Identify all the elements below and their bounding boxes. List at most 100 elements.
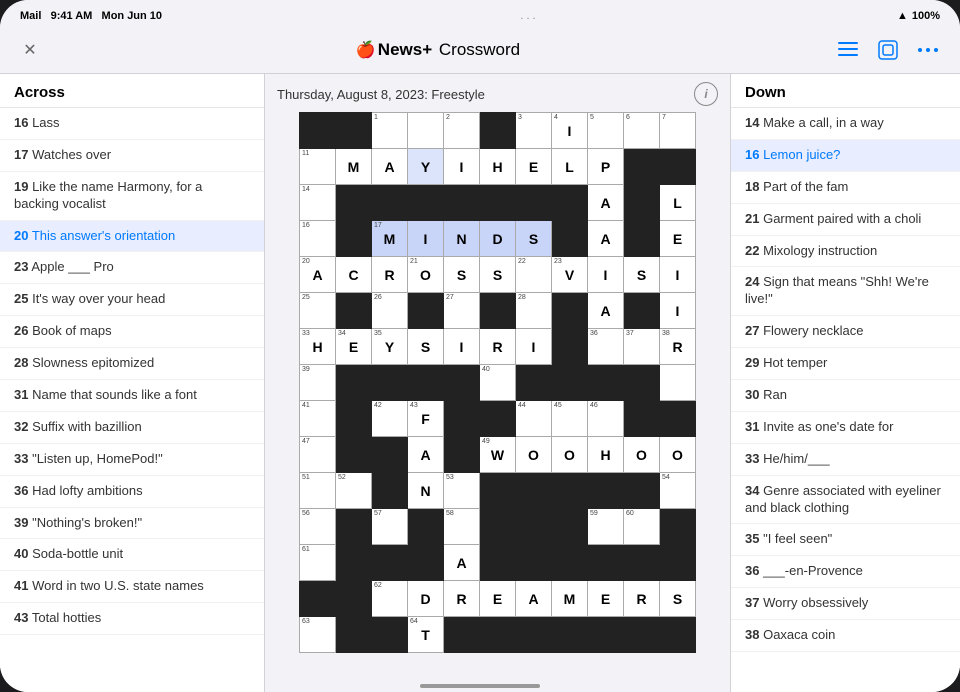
grid-cell[interactable]: I — [408, 221, 444, 257]
grid-cell[interactable] — [660, 149, 696, 185]
grid-cell[interactable]: 51 — [300, 473, 336, 509]
grid-cell[interactable] — [336, 221, 372, 257]
down-clue-34[interactable]: 34 Genre associated with eyeliner and bl… — [731, 476, 960, 525]
grid-cell[interactable]: 41 — [300, 401, 336, 437]
grid-cell[interactable] — [516, 185, 552, 221]
grid-cell[interactable] — [552, 293, 588, 329]
grid-cell[interactable] — [336, 185, 372, 221]
down-clue-24[interactable]: 24 Sign that means "Shh! We're live!" — [731, 267, 960, 316]
grid-cell[interactable] — [336, 113, 372, 149]
grid-cell[interactable] — [408, 545, 444, 581]
grid-cell[interactable] — [444, 365, 480, 401]
grid-cell[interactable] — [372, 545, 408, 581]
grid-cell[interactable]: R — [480, 329, 516, 365]
grid-cell[interactable] — [624, 545, 660, 581]
grid-cell[interactable] — [408, 509, 444, 545]
grid-cell[interactable]: 62 — [372, 581, 408, 617]
grid-cell[interactable]: A — [408, 437, 444, 473]
across-clue-36[interactable]: 36 Had lofty ambitions — [0, 476, 264, 508]
grid-cell[interactable]: E — [516, 149, 552, 185]
grid-cell[interactable]: O — [552, 437, 588, 473]
grid-cell[interactable] — [336, 401, 372, 437]
grid-cell[interactable]: E — [588, 581, 624, 617]
grid-cell[interactable]: M — [336, 149, 372, 185]
grid-cell[interactable] — [660, 509, 696, 545]
down-clue-18[interactable]: 18 Part of the fam — [731, 172, 960, 204]
grid-cell[interactable]: S — [660, 581, 696, 617]
grid-cell[interactable]: I — [660, 257, 696, 293]
grid-cell[interactable] — [336, 617, 372, 653]
grid-cell[interactable] — [444, 185, 480, 221]
grid-cell[interactable]: 7 — [660, 113, 696, 149]
grid-cell[interactable]: 5 — [588, 113, 624, 149]
grid-cell[interactable] — [624, 221, 660, 257]
grid-cell[interactable]: 27 — [444, 293, 480, 329]
grid-cell[interactable]: A — [516, 581, 552, 617]
grid-cell[interactable]: 53 — [444, 473, 480, 509]
grid-cell[interactable] — [624, 473, 660, 509]
grid-cell[interactable]: 2 — [444, 113, 480, 149]
across-clue-43[interactable]: 43 Total hotties — [0, 603, 264, 635]
grid-cell[interactable] — [516, 365, 552, 401]
grid-cell[interactable] — [408, 185, 444, 221]
grid-cell[interactable] — [660, 617, 696, 653]
grid-cell[interactable] — [516, 617, 552, 653]
grid-cell[interactable]: 46 — [588, 401, 624, 437]
grid-cell[interactable] — [552, 473, 588, 509]
grid-cell[interactable]: 58 — [444, 509, 480, 545]
grid-cell[interactable] — [408, 365, 444, 401]
grid-cell[interactable]: 6 — [624, 113, 660, 149]
grid-cell[interactable]: 63 — [300, 617, 336, 653]
grid-cell[interactable]: A — [588, 221, 624, 257]
across-clue-33[interactable]: 33 "Listen up, HomePod!" — [0, 444, 264, 476]
grid-cell[interactable] — [336, 437, 372, 473]
grid-cell[interactable] — [336, 509, 372, 545]
grid-cell[interactable]: R — [624, 581, 660, 617]
grid-cell[interactable] — [444, 401, 480, 437]
grid-cell[interactable] — [516, 509, 552, 545]
grid-cell[interactable]: I — [588, 257, 624, 293]
across-clue-23[interactable]: 23 Apple ___ Pro — [0, 252, 264, 284]
grid-cell[interactable] — [480, 509, 516, 545]
grid-cell[interactable] — [300, 581, 336, 617]
grid-cell[interactable]: 54 — [660, 473, 696, 509]
grid-cell[interactable]: 17M — [372, 221, 408, 257]
grid-cell[interactable] — [480, 473, 516, 509]
grid-cell[interactable]: 25 — [300, 293, 336, 329]
grid-cell[interactable]: D — [408, 581, 444, 617]
grid-cell[interactable]: E — [480, 581, 516, 617]
across-clue-28[interactable]: 28 Slowness epitomized — [0, 348, 264, 380]
grid-cell[interactable]: R — [372, 257, 408, 293]
grid-cell[interactable]: 1 — [372, 113, 408, 149]
grid-cell[interactable] — [480, 185, 516, 221]
grid-cell[interactable] — [372, 617, 408, 653]
grid-cell[interactable] — [552, 509, 588, 545]
grid-cell[interactable]: R — [444, 581, 480, 617]
grid-cell[interactable] — [624, 185, 660, 221]
grid-cell[interactable] — [372, 437, 408, 473]
grid-cell[interactable]: 33H — [300, 329, 336, 365]
grid-cell[interactable]: 20A — [300, 257, 336, 293]
grid-cell[interactable]: Y — [408, 149, 444, 185]
grid-cell[interactable] — [624, 293, 660, 329]
profile-button[interactable] — [872, 34, 904, 66]
grid-cell[interactable] — [336, 365, 372, 401]
close-button[interactable]: ✕ — [16, 36, 44, 64]
grid-cell[interactable]: 34E — [336, 329, 372, 365]
grid-cell[interactable]: 39 — [300, 365, 336, 401]
across-clue-26[interactable]: 26 Book of maps — [0, 316, 264, 348]
down-clue-37[interactable]: 37 Worry obsessively — [731, 588, 960, 620]
grid-cell[interactable]: 26 — [372, 293, 408, 329]
grid-cell[interactable]: N — [408, 473, 444, 509]
grid-cell[interactable]: 61 — [300, 545, 336, 581]
grid-cell[interactable] — [444, 437, 480, 473]
grid-cell[interactable]: 49W — [480, 437, 516, 473]
grid-cell[interactable] — [552, 221, 588, 257]
grid-cell[interactable] — [516, 545, 552, 581]
grid-cell[interactable]: I — [516, 329, 552, 365]
grid-cell[interactable] — [588, 365, 624, 401]
down-clue-33[interactable]: 33 He/him/___ — [731, 444, 960, 476]
grid-cell[interactable]: S — [516, 221, 552, 257]
grid-cell[interactable]: 16 — [300, 221, 336, 257]
grid-cell[interactable]: O — [660, 437, 696, 473]
